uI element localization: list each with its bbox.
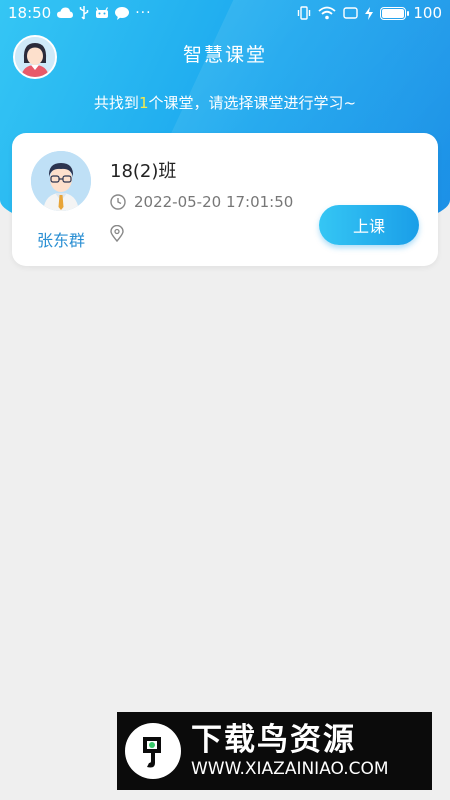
class-location-row [110,225,124,242]
more-notifications-icon: ··· [135,5,152,21]
watermark-url: WWW.XIAZAINIAO.COM [191,759,389,779]
classroom-count-message: 共找到1个课堂，请选择课堂进行学习~ [0,92,450,113]
location-pin-icon [110,225,124,242]
attend-class-button[interactable]: 上课 [319,205,419,245]
status-time: 18:50 [8,4,52,22]
bird-logo-icon [126,724,180,778]
teacher-name: 张东群 [36,231,85,250]
cloud-icon [57,7,74,18]
charging-icon [365,6,374,20]
classroom-card[interactable]: 张东群 18(2)班 2022-05-20 17:01:50 上课 [12,133,438,266]
teacher-avatar-icon [31,151,91,211]
battery-icon [380,6,410,20]
android-icon [96,7,109,18]
wifi-icon [318,6,336,20]
teacher-avatar [31,151,91,211]
message-icon [115,6,130,20]
sim-icon [343,7,359,19]
class-name: 18(2)班 [110,161,177,182]
page-title: 智慧课堂 [182,44,267,66]
clock-icon [110,194,126,210]
class-time-row: 2022-05-20 17:01:50 [110,193,293,211]
watermark-title: 下载鸟资源 [191,722,356,758]
class-time: 2022-05-20 17:01:50 [134,193,294,211]
status-bar: 18:50 ··· 100 [0,0,450,26]
usb-icon [79,6,89,20]
message-prefix: 共找到 [93,94,139,112]
watermark-logo [125,723,181,779]
message-suffix: 个课堂，请选择课堂进行学习~ [148,94,357,112]
watermark-banner: 下载鸟资源 WWW.XIAZAINIAO.COM [117,712,432,790]
vibrate-icon [298,6,311,20]
battery-level: 100 [413,4,442,22]
